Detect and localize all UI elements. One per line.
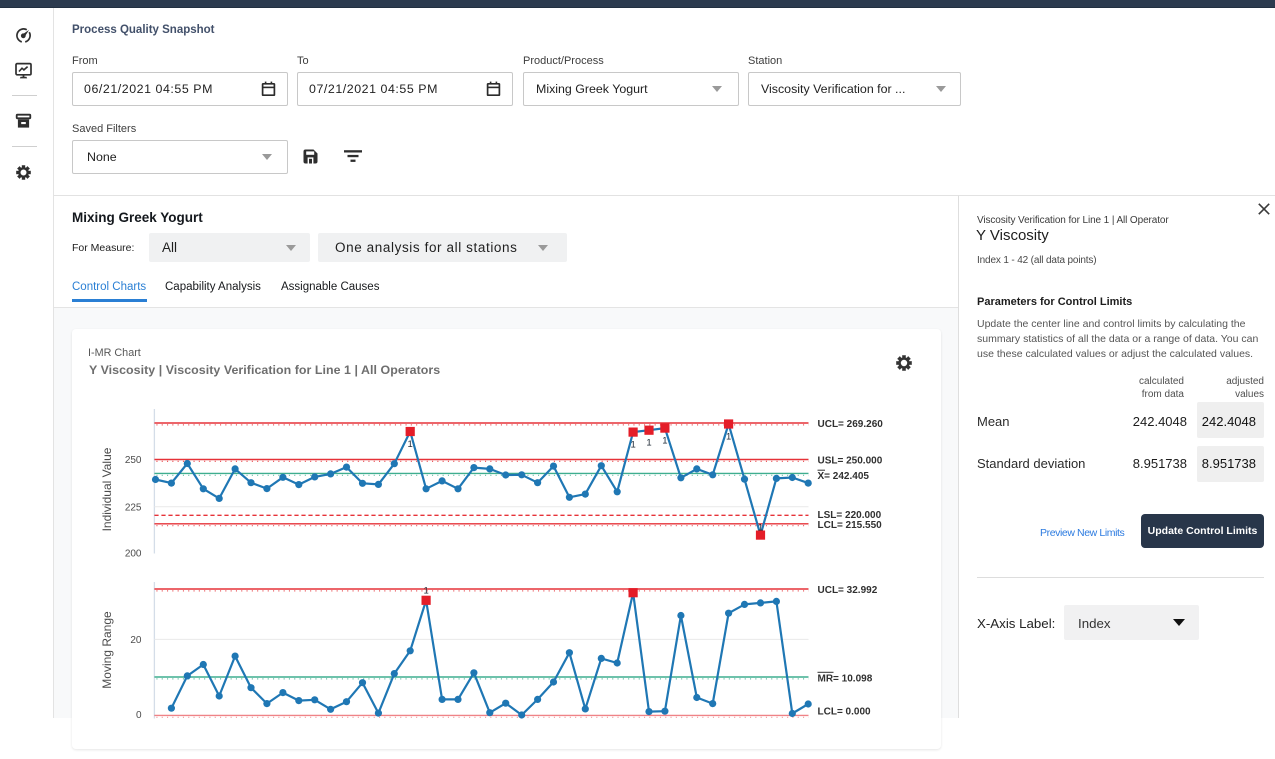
svg-text:1: 1 xyxy=(758,522,763,533)
svg-text:0: 0 xyxy=(136,710,142,721)
svg-text:1: 1 xyxy=(726,431,731,442)
svg-text:MR= 10.098: MR= 10.098 xyxy=(818,673,873,684)
svg-text:Moving Range: Moving Range xyxy=(100,611,114,689)
svg-text:LCL= 215.550: LCL= 215.550 xyxy=(818,520,883,531)
svg-text:1: 1 xyxy=(408,439,413,450)
svg-text:USL= 250.000: USL= 250.000 xyxy=(818,455,883,466)
svg-text:Individual Value: Individual Value xyxy=(100,447,114,531)
svg-text:250: 250 xyxy=(125,455,142,466)
svg-text:1: 1 xyxy=(423,585,428,596)
svg-text:20: 20 xyxy=(130,635,142,646)
svg-text:200: 200 xyxy=(125,549,142,560)
svg-text:1: 1 xyxy=(630,439,635,450)
svg-text:1: 1 xyxy=(646,438,651,449)
svg-text:225: 225 xyxy=(125,502,142,513)
svg-text:LCL= 0.000: LCL= 0.000 xyxy=(818,706,872,717)
svg-text:UCL= 269.260: UCL= 269.260 xyxy=(818,419,884,430)
svg-text:1: 1 xyxy=(662,435,667,446)
svg-text:X= 242.405: X= 242.405 xyxy=(818,471,870,482)
svg-text:UCL= 32.992: UCL= 32.992 xyxy=(818,585,878,596)
